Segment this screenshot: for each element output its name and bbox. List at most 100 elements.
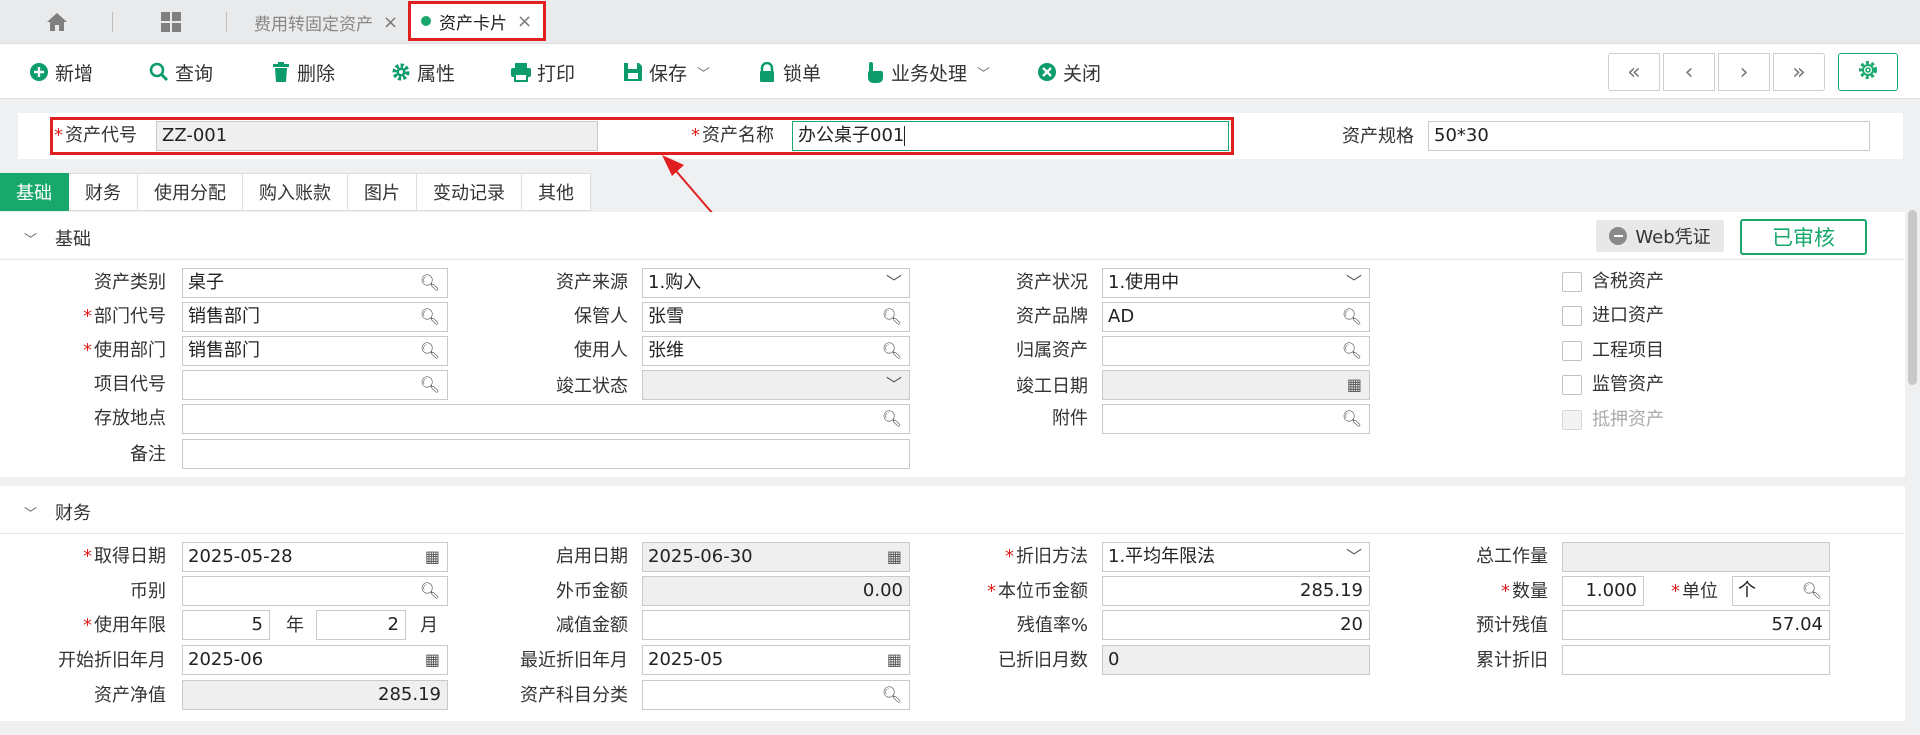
web-voucher-button[interactable]: Web凭证 [1596, 220, 1724, 252]
project-field[interactable]: 🔍︎ [182, 370, 448, 400]
subtab-other[interactable]: 其他 [522, 173, 591, 211]
est-residual-field[interactable]: 57.04 [1562, 610, 1830, 640]
calendar-icon: ▦ [424, 650, 440, 669]
dept-code-field[interactable]: 销售部门 🔍︎ [182, 302, 448, 332]
remark-field[interactable] [182, 439, 910, 469]
delete-button[interactable]: 删除 [270, 58, 335, 86]
subtab-changes[interactable]: 变动记录 [417, 173, 522, 211]
location-field[interactable]: 🔍︎ [182, 404, 910, 434]
foreign-amount-field[interactable]: 0.00 [642, 576, 910, 606]
complete-status-select[interactable]: ﹀ [642, 370, 910, 400]
engineering-project-checkbox[interactable] [1562, 341, 1582, 361]
sub-tabs: 基础 财务 使用分配 购入账款 图片 变动记录 其他 [0, 173, 591, 211]
net-value-field[interactable]: 285.19 [182, 680, 448, 710]
close-icon[interactable]: × [517, 11, 532, 32]
subtab-allocation[interactable]: 使用分配 [138, 173, 243, 211]
imported-label: 进口资产 [1592, 305, 1664, 326]
imported-checkbox[interactable] [1562, 306, 1582, 326]
properties-label: 属性 [417, 62, 456, 85]
subject-label: 资产科目分类 [520, 685, 628, 706]
use-dept-field[interactable]: 销售部门 🔍︎ [182, 336, 448, 366]
lock-button[interactable]: 锁单 [756, 58, 821, 86]
asset-spec-field[interactable]: 50*30 [1428, 121, 1870, 151]
dep-start-label: 开始折旧年月 [58, 650, 166, 671]
tab-label: 费用转固定资产 [254, 14, 373, 35]
local-amount-field[interactable]: 285.19 [1102, 576, 1370, 606]
search-icon: 🔍︎ [881, 307, 902, 326]
print-button[interactable]: 打印 [510, 58, 575, 86]
tab-asset-card[interactable]: 资产卡片 × [408, 1, 546, 41]
last-dep-field[interactable]: 2025-05 ▦ [642, 645, 910, 675]
source-select[interactable]: 1.购入 ﹀ [642, 268, 910, 298]
chevron-down-icon[interactable]: ﹀ [697, 63, 710, 82]
last-record-button[interactable]: » [1773, 53, 1825, 91]
subtab-purchase[interactable]: 购入账款 [243, 173, 348, 211]
prev-record-button[interactable]: ‹ [1663, 53, 1715, 91]
project-label: 项目代号 [94, 374, 166, 395]
currency-field[interactable]: 🔍︎ [182, 576, 448, 606]
tab-expense-to-asset[interactable]: 费用转固定资产 × [244, 2, 408, 42]
acq-date-field[interactable]: 2025-05-28 ▦ [182, 542, 448, 572]
supervised-checkbox[interactable] [1562, 375, 1582, 395]
first-record-button[interactable]: « [1608, 53, 1660, 91]
close-button[interactable]: 关闭 [1036, 58, 1101, 86]
dep-start-field[interactable]: 2025-06 ▦ [182, 645, 448, 675]
query-button[interactable]: 查询 [148, 58, 213, 86]
attachment-field[interactable]: 🔍︎ [1102, 404, 1370, 434]
complete-status-label: 竣工状态 [556, 376, 628, 397]
business-label: 业务处理 [891, 62, 968, 85]
business-button[interactable]: 业务处理 ﹀ [864, 58, 990, 86]
next-record-button[interactable]: › [1718, 53, 1770, 91]
start-date-field[interactable]: 2025-06-30 ▦ [642, 542, 910, 572]
user-field[interactable]: 张维 🔍︎ [642, 336, 910, 366]
asset-code-field[interactable]: ZZ-001 [156, 121, 598, 151]
asset-code-label: * 资产代号 [54, 125, 137, 146]
category-field[interactable]: 桌子 🔍︎ [182, 268, 448, 298]
brand-label: 资产品牌 [1016, 306, 1088, 327]
tax-included-label: 含税资产 [1592, 271, 1664, 292]
subtab-images[interactable]: 图片 [348, 173, 417, 211]
chevron-down-icon[interactable]: ﹀ [977, 63, 990, 82]
finance-section-header[interactable]: ﹀ 财务 [0, 486, 1905, 534]
acq-date-label: * 取得日期 [83, 546, 166, 567]
subtab-finance[interactable]: 财务 [69, 173, 138, 211]
asset-spec-label: 资产规格 [1342, 126, 1414, 147]
total-work-field[interactable] [1562, 542, 1830, 572]
subtab-basic[interactable]: 基础 [0, 173, 69, 211]
residual-rate-field[interactable]: 20 [1102, 610, 1370, 640]
accum-dep-field[interactable] [1562, 645, 1830, 675]
life-years-field[interactable]: 5 [182, 610, 270, 640]
impairment-field[interactable] [642, 610, 910, 640]
parent-asset-field[interactable]: 🔍︎ [1102, 336, 1370, 366]
chevron-down-icon[interactable]: ﹀ [24, 503, 37, 522]
vertical-scrollbar[interactable] [1908, 210, 1917, 385]
save-button[interactable]: 保存 ﹀ [622, 58, 710, 86]
tax-included-checkbox[interactable] [1562, 272, 1582, 292]
quantity-field[interactable]: 1.000 [1562, 576, 1644, 606]
grid-icon[interactable] [158, 10, 184, 34]
chevron-down-icon[interactable]: ﹀ [24, 229, 37, 248]
brand-field[interactable]: AD 🔍︎ [1102, 302, 1370, 332]
condition-select[interactable]: 1.使用中 ﹀ [1102, 268, 1370, 298]
settings-button[interactable] [1838, 53, 1898, 91]
residual-rate-label: 残值率% [1016, 615, 1088, 636]
search-icon: 🔍︎ [419, 273, 440, 292]
query-label: 查询 [175, 62, 214, 85]
properties-button[interactable]: 属性 [390, 58, 455, 86]
start-date-label: 启用日期 [556, 546, 628, 567]
divider [226, 12, 227, 32]
close-icon[interactable]: × [383, 12, 398, 33]
subject-field[interactable]: 🔍︎ [642, 680, 910, 710]
asset-name-field[interactable]: 办公桌子001 [792, 121, 1229, 151]
unit-field[interactable]: 个 🔍︎ [1732, 576, 1830, 606]
gear-icon [390, 61, 412, 83]
dep-months-field[interactable]: 0 [1102, 645, 1370, 675]
lock-icon [756, 61, 778, 83]
keeper-field[interactable]: 张雪 🔍︎ [642, 302, 910, 332]
life-months-field[interactable]: 2 [316, 610, 406, 640]
home-icon[interactable] [44, 10, 70, 34]
complete-date-field[interactable]: ▦ [1102, 370, 1370, 400]
search-icon: 🔍︎ [419, 341, 440, 360]
new-button[interactable]: 新增 [28, 58, 93, 86]
dep-method-select[interactable]: 1.平均年限法 ﹀ [1102, 542, 1370, 572]
